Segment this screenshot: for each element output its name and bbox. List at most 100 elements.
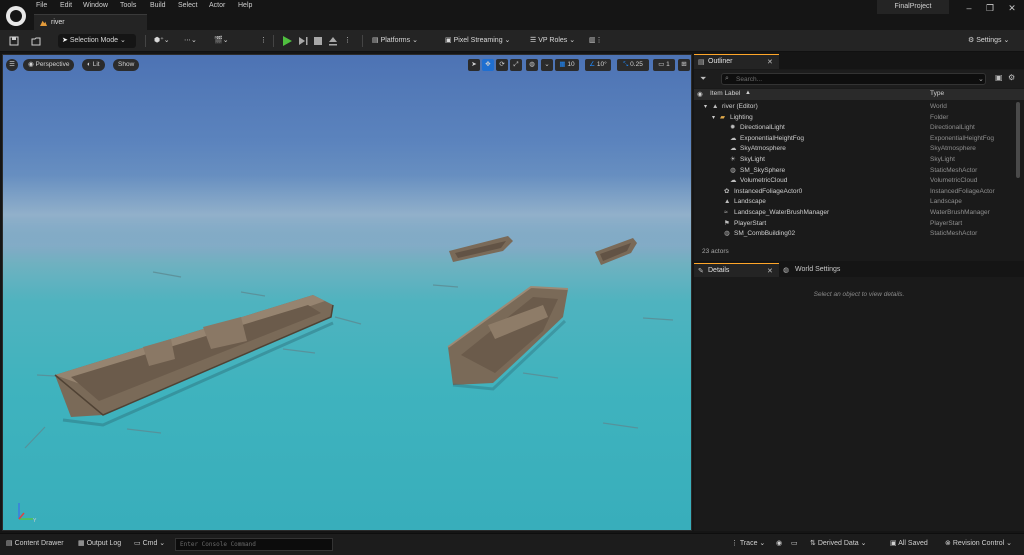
settings-dropdown[interactable]: ⚙ Settings ⌄	[964, 34, 1013, 48]
svg-text:Y: Y	[33, 518, 37, 523]
outliner-column-header: ◉ Item Label ▲ Type	[694, 89, 1024, 100]
more-options-icon[interactable]: ⋮	[256, 34, 271, 48]
camera-speed-button[interactable]: ▭ 1	[653, 59, 675, 71]
outliner-search-input[interactable]: ⌕ Search... ⌄	[721, 73, 986, 85]
play-options-dropdown[interactable]: ⋮	[340, 34, 355, 48]
chevron-down-icon[interactable]: ⌄	[978, 75, 984, 83]
grid-snap-toggle[interactable]: ▦ 10	[555, 59, 579, 71]
details-tab[interactable]: ✎ Details ✕	[694, 263, 779, 277]
outliner-row[interactable]: ✹ DirectionalLight DirectionalLight	[694, 123, 1016, 134]
vcam-icon[interactable]: ▥⋮	[585, 34, 607, 48]
outliner-tab[interactable]: ▤ Outliner ✕	[694, 54, 779, 69]
menu-tools[interactable]: Tools	[120, 2, 136, 9]
pixel-streaming-dropdown[interactable]: ▣ Pixel Streaming ⌄	[441, 34, 514, 48]
view-mode-button[interactable]: ◐ Lit	[82, 59, 105, 71]
trace-dropdown[interactable]: ⋮ Trace ⌄	[731, 539, 765, 547]
menu-actor[interactable]: Actor	[209, 2, 225, 9]
outliner-row[interactable]: ☀ SkyLight SkyLight	[694, 155, 1016, 166]
outliner-row[interactable]: ⚑ PlayerStart PlayerStart	[694, 219, 1016, 230]
outliner-item-label: river (Editor)	[722, 103, 758, 110]
record-icon[interactable]: ◉	[776, 539, 782, 547]
surface-snap-icon[interactable]: ⌄	[541, 59, 553, 71]
translate-tool-icon[interactable]: ✥	[482, 59, 494, 71]
outliner-row[interactable]: ◍ SM_CombBuilding02 StaticMeshActor	[694, 229, 1016, 240]
menu-select[interactable]: Select	[178, 2, 197, 9]
outliner-row[interactable]: ☁ SkyAtmosphere SkyAtmosphere	[694, 144, 1016, 155]
camera-speed-icon: ▭	[658, 61, 667, 68]
menu-window[interactable]: Window	[83, 2, 108, 9]
outliner-row[interactable]: ≈ Landscape_WaterBrushManager WaterBrushMa…	[694, 208, 1016, 219]
status-bar: ▤ Content Drawer ▦ Output Log ▭ Cmd ⌄ En…	[0, 533, 1024, 555]
output-log-button[interactable]: ▦ Output Log	[78, 539, 121, 547]
menu-edit[interactable]: Edit	[60, 2, 72, 9]
close-tab-icon[interactable]: ✕	[767, 58, 773, 66]
perspective-button[interactable]: ◉ Perspective	[23, 59, 75, 71]
trace-options-icon[interactable]: ▭	[791, 539, 798, 547]
play-icon[interactable]	[282, 36, 292, 46]
directional-light-icon: ✹	[730, 124, 736, 132]
item-label-column[interactable]: Item Label	[710, 90, 740, 97]
visibility-icon[interactable]: ◉	[697, 90, 703, 98]
rotation-snap-toggle[interactable]: ∠ 10°	[585, 59, 611, 71]
outliner-row[interactable]: ☁ ExponentialHeightFog ExponentialHeightFo…	[694, 134, 1016, 145]
derived-data-dropdown[interactable]: ⇅ Derived Data ⌄	[810, 539, 867, 547]
eject-icon[interactable]	[328, 36, 338, 46]
outliner-row[interactable]: ✿ InstancedFoliageActor0 InstancedFoliageA…	[694, 187, 1016, 198]
landscape-icon: ▲	[724, 198, 731, 206]
cinematics-icon[interactable]: 🎬⌄	[210, 34, 233, 48]
gear-icon[interactable]: ⚙	[1008, 73, 1015, 82]
rotate-tool-icon[interactable]: ⟳	[496, 59, 508, 71]
vp-roles-dropdown[interactable]: ☰ VP Roles ⌄	[526, 34, 579, 48]
expand-chevron-icon[interactable]: ▾	[704, 102, 707, 113]
select-tool-icon[interactable]: ➤	[468, 59, 480, 71]
outliner-row[interactable]: ☁ VolumetricCloud VolumetricCloud	[694, 176, 1016, 187]
trace-icon: ⋮	[731, 540, 740, 547]
console-command-input[interactable]: Enter Console Command	[175, 538, 333, 551]
close-icon[interactable]: ✕	[1005, 3, 1019, 15]
outliner-item-label: SkyLight	[740, 156, 765, 163]
level-viewport[interactable]: ☰ ◉ Perspective ◐ Lit Show ➤ ✥ ⟳ ⤢ ◍ ⌄ ▦…	[2, 54, 692, 531]
outliner-item-type: World	[930, 103, 947, 110]
add-folder-icon[interactable]: ▣	[995, 73, 1003, 82]
filter-icon[interactable]: ⏷	[700, 74, 706, 84]
world-space-icon[interactable]: ◍	[526, 59, 538, 71]
close-tab-icon[interactable]: ✕	[767, 267, 773, 275]
toolbar-separator	[273, 35, 274, 47]
unreal-logo-icon[interactable]	[6, 6, 26, 26]
show-button[interactable]: Show	[113, 59, 140, 71]
menu-build[interactable]: Build	[150, 2, 166, 9]
platforms-dropdown[interactable]: ▤ Platforms ⌄	[368, 34, 422, 48]
blueprint-icon[interactable]: ⋯⌄	[180, 34, 201, 48]
stop-icon[interactable]	[313, 36, 323, 46]
expand-chevron-icon[interactable]: ▾	[712, 113, 715, 124]
revision-control-dropdown[interactable]: ⊗ Revision Control ⌄	[945, 539, 1012, 547]
content-browser-icon[interactable]	[31, 36, 41, 46]
outliner-row[interactable]: ▾ ▰ Lighting Folder	[694, 113, 1016, 124]
outliner-item-type: ExponentialHeightFog	[930, 134, 994, 142]
outliner-row[interactable]: ◍ SM_SkySphere StaticMeshActor	[694, 166, 1016, 177]
show-label: Show	[118, 61, 135, 68]
outliner-row[interactable]: ▾ ▲ river (Editor) World	[694, 102, 1016, 113]
level-tab[interactable]: river	[34, 14, 147, 30]
save-icon[interactable]	[9, 36, 19, 46]
content-drawer-button[interactable]: ▤ Content Drawer	[6, 539, 64, 547]
outliner-row[interactable]: ▲ Landscape Landscape	[694, 197, 1016, 208]
cmd-dropdown[interactable]: ▭ Cmd ⌄	[134, 539, 165, 547]
outliner-scrollbar[interactable]	[1016, 102, 1020, 178]
maximize-icon[interactable]: ❐	[983, 3, 997, 15]
scale-tool-icon[interactable]: ⤢	[510, 59, 522, 71]
minimize-icon[interactable]: –	[962, 3, 976, 15]
menu-file[interactable]: File	[36, 2, 47, 9]
step-icon[interactable]	[298, 36, 308, 46]
type-column[interactable]: Type	[930, 90, 944, 97]
add-actor-icon[interactable]: ⬢⁺⌄	[150, 34, 174, 48]
save-all-button[interactable]: ▣ All Saved	[890, 539, 928, 547]
selection-mode-dropdown[interactable]: ➤ Selection Mode ⌄	[58, 34, 136, 48]
scale-snap-toggle[interactable]: ⤡ 0.25	[617, 59, 649, 71]
chevron-down-icon: ⌄	[759, 540, 766, 547]
world-settings-tab[interactable]: ◍ World Settings	[781, 263, 891, 277]
maximize-viewport-icon[interactable]: ⊞	[678, 59, 690, 71]
viewport-menu-icon[interactable]: ☰	[6, 59, 18, 71]
menu-help[interactable]: Help	[238, 2, 252, 9]
vp-roles-icon: ☰	[530, 37, 539, 44]
